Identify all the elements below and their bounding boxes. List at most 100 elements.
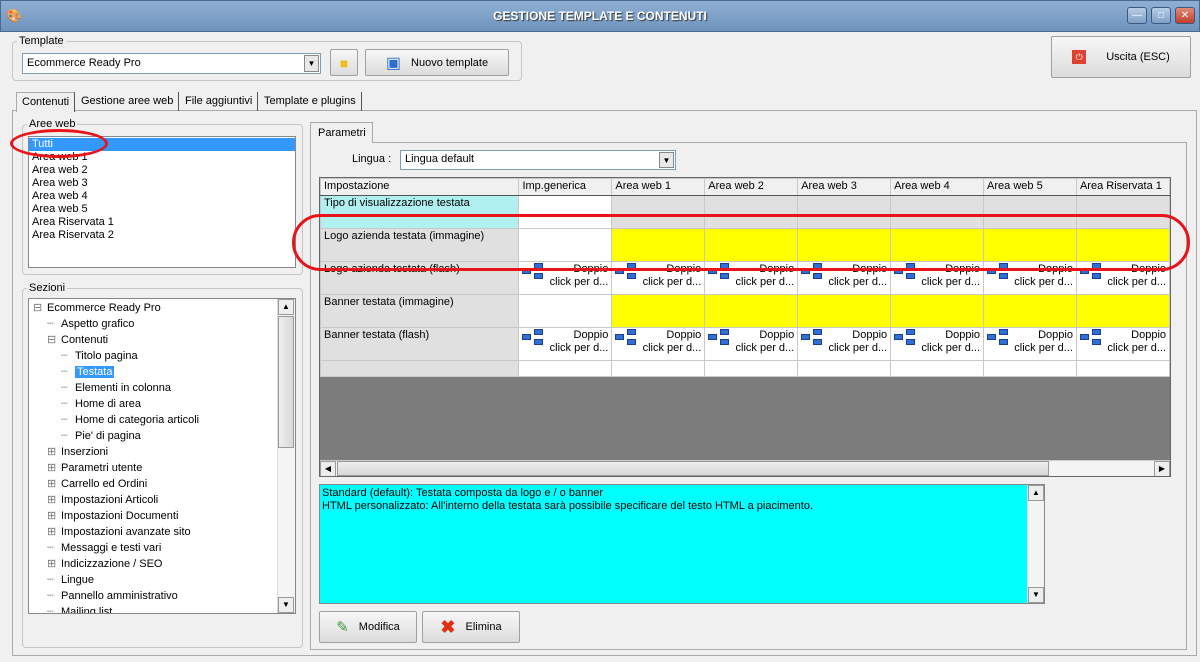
description-scrollbar[interactable]: ▲ ▼ <box>1027 485 1044 603</box>
aree-web-item[interactable]: Area web 5 <box>29 203 295 216</box>
setting-cell[interactable] <box>797 360 892 377</box>
expander-icon[interactable]: ⊟ <box>47 332 61 348</box>
setting-cell[interactable]: Doppio click per d... <box>797 327 892 361</box>
tree-item[interactable]: ┄ Lingue <box>33 572 295 588</box>
scroll-up-icon[interactable]: ▲ <box>278 299 294 315</box>
setting-cell[interactable] <box>704 294 799 328</box>
expander-icon[interactable]: ⊞ <box>47 524 61 540</box>
tree-item[interactable]: ⊞ Carrello ed Ordini <box>33 476 295 492</box>
setting-cell[interactable]: Doppio click per d... <box>518 327 613 361</box>
scroll-right-icon[interactable]: ▶ <box>1154 461 1170 476</box>
setting-cell[interactable]: Doppio click per d... <box>1075 327 1170 361</box>
maximize-button[interactable]: □ <box>1151 7 1171 24</box>
elimina-button[interactable]: ✖ Elimina <box>422 611 520 643</box>
setting-cell[interactable]: Doppio click per d... <box>704 327 799 361</box>
tab-template-plugins[interactable]: Template e plugins <box>259 92 362 111</box>
column-header[interactable]: Area Riservata 1 <box>1075 178 1170 196</box>
tab-contenuti[interactable]: Contenuti <box>16 92 76 112</box>
aree-web-item[interactable]: Area web 4 <box>29 190 295 203</box>
setting-cell[interactable] <box>1075 360 1170 377</box>
tree-item[interactable]: ⊞ Indicizzazione / SEO <box>33 556 295 572</box>
setting-cell[interactable] <box>518 360 613 377</box>
setting-cell[interactable] <box>983 294 1077 328</box>
table-row[interactable] <box>320 360 1170 377</box>
table-row[interactable]: Banner testata (immagine) <box>320 294 1170 328</box>
setting-cell[interactable] <box>797 294 892 328</box>
setting-cell[interactable] <box>1075 294 1170 328</box>
expander-icon[interactable]: ⊞ <box>47 476 61 492</box>
tree-item[interactable]: ┄ Pie' di pagina <box>33 428 295 444</box>
template-select[interactable]: Ecommerce Ready Pro ▼ <box>22 53 321 74</box>
setting-cell[interactable] <box>518 294 613 328</box>
h-scroll-thumb[interactable] <box>337 461 1049 476</box>
tree-item[interactable]: ┄ Pannello amministrativo <box>33 588 295 604</box>
column-header[interactable]: Area web 5 <box>983 178 1077 196</box>
setting-cell[interactable] <box>611 294 706 328</box>
tree-item[interactable]: ⊟ Contenuti <box>33 332 295 348</box>
exit-button[interactable]: ⏻ Uscita (ESC) <box>1051 36 1191 78</box>
aree-web-item[interactable]: Area Riservata 1 <box>29 216 295 229</box>
expander-icon[interactable]: ⊞ <box>47 492 61 508</box>
grid-h-scrollbar[interactable]: ◀ ▶ <box>320 460 1170 476</box>
open-folder-button[interactable]: ■ <box>330 49 358 76</box>
scroll-up-icon[interactable]: ▲ <box>1028 485 1044 501</box>
column-header[interactable]: Area web 4 <box>890 178 985 196</box>
expander-icon[interactable]: ⊞ <box>47 444 61 460</box>
description-box[interactable]: Standard (default): Testata composta da … <box>319 484 1045 604</box>
tree-item[interactable]: ⊞ Impostazioni Documenti <box>33 508 295 524</box>
setting-cell[interactable] <box>983 360 1077 377</box>
setting-cell[interactable]: Doppio click per d... <box>983 327 1077 361</box>
column-header[interactable]: Area web 1 <box>611 178 706 196</box>
scroll-down-icon[interactable]: ▼ <box>278 597 294 613</box>
tree-item[interactable]: ⊞ Impostazioni avanzate sito <box>33 524 295 540</box>
setting-cell[interactable]: Doppio click per d... <box>890 327 985 361</box>
tree-item[interactable]: ┄ Mailing list <box>33 604 295 613</box>
sezioni-scrollbar[interactable]: ▲ ▼ <box>277 299 295 613</box>
tab-file-aggiuntivi[interactable]: File aggiuntivi <box>180 92 259 111</box>
dbl-click-text: click per d... <box>828 342 888 354</box>
tree-item[interactable]: ┄ Testata <box>33 364 295 380</box>
tree-item[interactable]: ┄ Messaggi e testi vari <box>33 540 295 556</box>
tab-parametri[interactable]: Parametri <box>310 122 373 143</box>
close-button[interactable]: ✕ <box>1175 7 1195 24</box>
tree-item[interactable]: ⊞ Inserzioni <box>33 444 295 460</box>
scroll-down-icon[interactable]: ▼ <box>1028 587 1044 603</box>
expander-icon[interactable]: ⊟ <box>33 300 47 316</box>
lingua-label: Lingua : <box>352 153 392 165</box>
setting-cell[interactable] <box>704 360 799 377</box>
scroll-left-icon[interactable]: ◀ <box>320 461 336 476</box>
tree-item[interactable]: ⊞ Parametri utente <box>33 460 295 476</box>
tree-item[interactable]: ┄ Aspetto grafico <box>33 316 295 332</box>
lingua-select[interactable]: Lingua default ▼ <box>400 150 676 170</box>
column-header[interactable]: Area web 3 <box>797 178 892 196</box>
minimize-button[interactable]: — <box>1127 7 1147 24</box>
setting-cell[interactable] <box>611 360 706 377</box>
aree-web-item[interactable]: Area web 2 <box>29 164 295 177</box>
table-row[interactable]: Banner testata (flash) Doppio click per d.… <box>320 327 1170 361</box>
tree-item[interactable]: ┄ Home di categoria articoli <box>33 412 295 428</box>
dbl-click-text: click per d... <box>549 276 609 288</box>
new-template-button[interactable]: ▣ Nuovo template <box>365 49 509 76</box>
expander-icon[interactable]: ⊞ <box>47 508 61 524</box>
setting-cell[interactable] <box>890 360 985 377</box>
sezioni-tree[interactable]: ⊟ Ecommerce Ready Pro ┄ Aspetto grafico ⊟ Con… <box>28 298 296 614</box>
column-header[interactable]: Area web 2 <box>704 178 799 196</box>
tree-item[interactable]: ┄ Home di area <box>33 396 295 412</box>
column-header[interactable]: Imp.generica <box>518 178 613 196</box>
tree-item[interactable]: ┄ Elementi in colonna <box>33 380 295 396</box>
column-header[interactable]: Impostazione <box>320 178 520 196</box>
aree-web-item[interactable]: Area Riservata 2 <box>29 229 295 242</box>
setting-cell[interactable] <box>890 294 985 328</box>
expander-icon[interactable]: ⊞ <box>47 460 61 476</box>
tree-item[interactable]: ⊞ Impostazioni Articoli <box>33 492 295 508</box>
expander-icon[interactable]: ⊞ <box>47 556 61 572</box>
tree-item[interactable]: ┄ Titolo pagina <box>33 348 295 364</box>
tree-item[interactable]: ⊟ Ecommerce Ready Pro <box>33 300 295 316</box>
modifica-button[interactable]: ✎ Modifica <box>319 611 417 643</box>
new-template-label: Nuovo template <box>411 56 489 69</box>
aree-web-item[interactable]: Area web 3 <box>29 177 295 190</box>
scroll-thumb[interactable] <box>278 316 294 448</box>
highlight-annotation <box>10 129 108 158</box>
setting-cell[interactable]: Doppio click per d... <box>611 327 706 361</box>
tab-gestione-aree-web[interactable]: Gestione aree web <box>76 92 180 111</box>
